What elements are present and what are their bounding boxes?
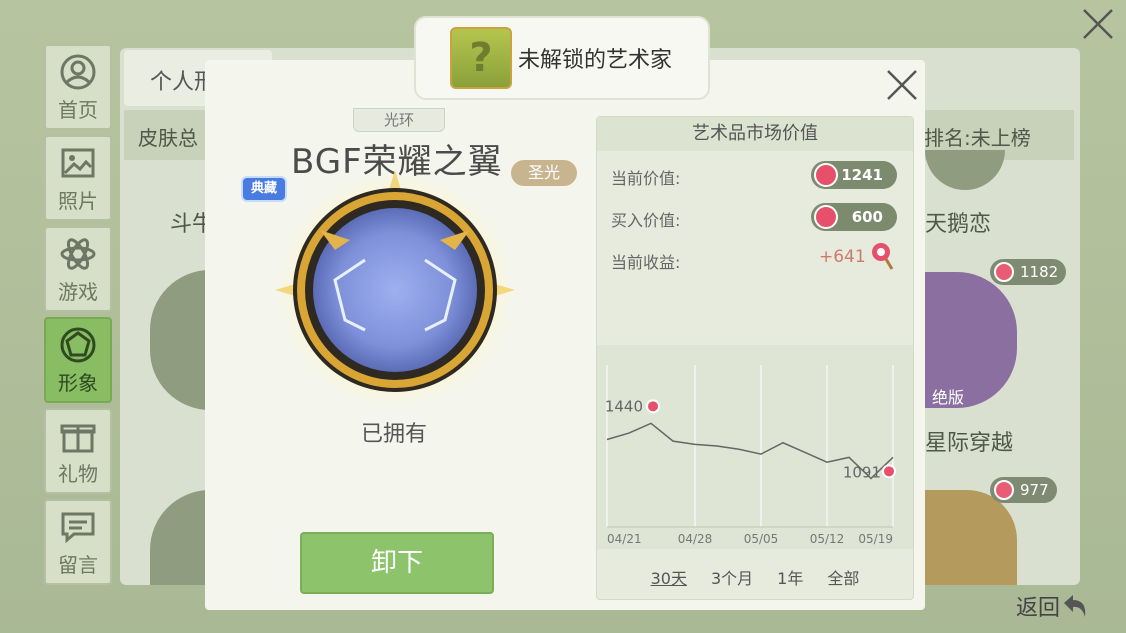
sidebar-item-label: 首页 — [58, 97, 98, 122]
current-value-label: 当前价值: — [611, 169, 681, 188]
price-value: 977 — [1020, 481, 1049, 499]
message-icon — [61, 512, 95, 543]
profit-label: 当前收益: — [611, 253, 681, 272]
unequip-button[interactable]: 卸下 — [300, 532, 494, 594]
x-tick-label: 04/28 — [678, 532, 713, 546]
photo-icon — [61, 148, 95, 177]
sidebar-item-gifts[interactable]: 礼物 — [44, 408, 112, 494]
data-label: 1091 — [843, 463, 881, 481]
price-badge: 1182 — [990, 259, 1067, 285]
unknown-artist-icon: ? — [450, 27, 512, 89]
sidebar-item-label: 礼物 — [58, 461, 98, 486]
price-value: 1182 — [1020, 263, 1059, 281]
rarity-badge: 圣光 — [511, 160, 577, 186]
lollipop-marker-icon — [646, 399, 660, 414]
period-1y[interactable]: 1年 — [777, 565, 803, 589]
atom-icon — [60, 237, 96, 270]
sidebar-item-games[interactable]: 游戏 — [44, 226, 112, 312]
back-button[interactable]: 返回 — [1016, 590, 1090, 622]
skin-name: 天鹅恋 — [925, 212, 992, 237]
x-tick-label: 05/12 — [810, 532, 845, 546]
close-icon[interactable] — [885, 68, 919, 102]
back-arrow-icon — [1064, 595, 1086, 617]
gift-icon — [60, 424, 96, 452]
candy-icon — [814, 163, 838, 187]
current-value: 1241 — [841, 166, 883, 184]
ownership-status: 已拥有 — [361, 422, 428, 447]
back-label: 返回 — [1016, 596, 1061, 621]
x-tick-label: 05/19 — [858, 532, 893, 546]
sidebar-item-avatar[interactable]: 形象 — [44, 317, 112, 403]
market-value-panel: 艺术品市场价值 当前价值: 1241 买入价值: 600 当前收益: +641 … — [596, 116, 914, 600]
period-30d[interactable]: 30天 — [651, 565, 687, 589]
close-icon[interactable] — [1080, 6, 1116, 42]
data-label: 1440 — [605, 397, 643, 415]
lollipop-icon — [872, 243, 894, 270]
x-tick-label: 05/05 — [744, 532, 779, 546]
artist-title-tab: ? 未解锁的艺术家 — [414, 16, 710, 100]
sidebar-item-label: 留言 — [58, 552, 98, 577]
x-tick-label: 04/21 — [607, 532, 642, 546]
lollipop-marker-icon — [882, 464, 896, 479]
sidebar: 首页 照片 游戏 形象 礼物 留言 — [44, 44, 112, 590]
period-all[interactable]: 全部 — [827, 565, 859, 589]
buy-value-badge: 600 — [811, 203, 897, 231]
skin-image — [275, 170, 515, 408]
sidebar-item-home[interactable]: 首页 — [44, 44, 112, 130]
current-value-badge: 1241 — [811, 161, 897, 189]
price-chart-area: 04/21 04/28 05/05 05/12 05/19 1440 1091 — [597, 345, 913, 549]
candy-icon — [994, 480, 1014, 500]
market-title: 艺术品市场价值 — [597, 117, 913, 151]
period-3m[interactable]: 3个月 — [711, 565, 753, 589]
skin-total-label: 皮肤总 — [138, 126, 198, 150]
candy-icon — [994, 262, 1014, 282]
buy-value: 600 — [851, 208, 883, 226]
period-selector: 30天 3个月 1年 全部 — [597, 565, 913, 589]
sidebar-item-messages[interactable]: 留言 — [44, 499, 112, 585]
rank-label: 排名:未上榜 — [924, 126, 1031, 150]
diamond-icon — [60, 327, 96, 362]
sidebar-item-photos[interactable]: 照片 — [44, 135, 112, 221]
profit-value: +641 — [819, 247, 866, 267]
candy-icon — [814, 205, 838, 229]
sidebar-item-label: 形象 — [58, 370, 98, 395]
dialog-title: 未解锁的艺术家 — [518, 48, 673, 73]
skin-type-label: 光环 — [353, 108, 445, 132]
artwork-detail-dialog: 光环 BGF荣耀之翼 圣光 典藏 已拥有 卸下 艺术品市场价值 当前价值: 12… — [205, 60, 925, 610]
limited-tag: 绝版 — [932, 388, 965, 407]
price-chart: 04/21 04/28 05/05 05/12 05/19 1440 1091 — [605, 365, 896, 546]
buy-value-label: 买入价值: — [611, 211, 681, 230]
user-icon — [60, 54, 96, 89]
sidebar-item-label: 照片 — [58, 188, 98, 213]
sidebar-item-label: 游戏 — [58, 279, 98, 304]
price-badge: 977 — [990, 477, 1057, 503]
skin-name: 星际穿越 — [925, 431, 1014, 456]
